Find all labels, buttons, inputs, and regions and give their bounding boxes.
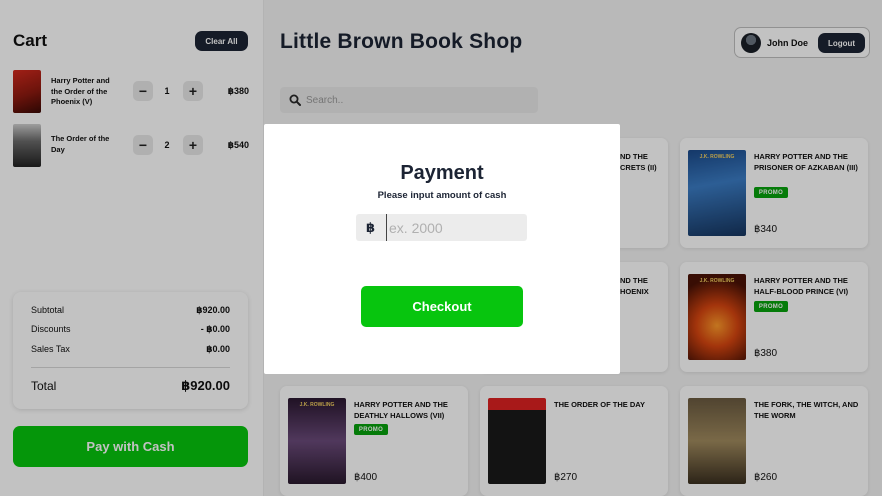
checkout-button[interactable]: Checkout bbox=[361, 286, 523, 327]
payment-modal: Payment Please input amount of cash ฿ Ch… bbox=[264, 124, 620, 374]
cash-amount-field: ฿ bbox=[356, 214, 527, 241]
modal-title: Payment bbox=[400, 162, 484, 184]
baht-currency-icon: ฿ bbox=[366, 219, 376, 235]
modal-subtitle: Please input amount of cash bbox=[377, 190, 507, 201]
cash-amount-input[interactable] bbox=[386, 214, 521, 241]
